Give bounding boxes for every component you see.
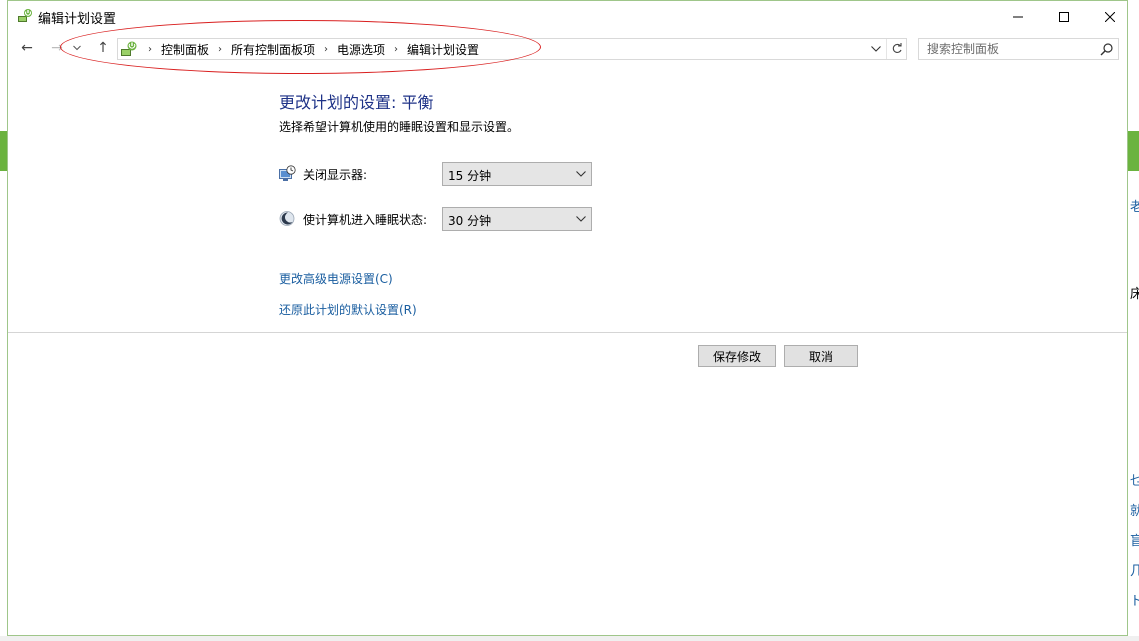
background-text-fragment: 床 — [1130, 287, 1139, 302]
background-text-fragment: 乜 — [1130, 474, 1139, 489]
breadcrumb-separator-icon[interactable]: › — [388, 44, 404, 55]
breadcrumb-separator-icon[interactable]: › — [212, 44, 228, 55]
chevron-down-icon — [73, 45, 81, 51]
breadcrumb-separator-icon[interactable]: › — [142, 44, 158, 55]
chevron-down-icon — [576, 171, 586, 177]
forward-button[interactable]: → — [46, 37, 68, 59]
change-advanced-power-settings-link[interactable]: 更改高级电源设置(C) — [279, 270, 393, 287]
refresh-icon — [892, 43, 902, 53]
up-button[interactable]: ↑ — [92, 37, 114, 59]
sleep-moon-icon — [279, 210, 296, 227]
breadcrumb-item-power-options[interactable]: 电源选项 — [334, 41, 388, 58]
breadcrumb-item-control-panel[interactable]: 控制面板 — [158, 41, 212, 58]
divider — [8, 332, 1127, 333]
background-bottom-strip — [0, 636, 1139, 641]
save-changes-button[interactable]: 保存修改 — [698, 345, 776, 367]
breadcrumb-item-all-control-panel-items[interactable]: 所有控制面板项 — [228, 41, 318, 58]
breadcrumb-item-edit-plan-settings[interactable]: 编辑计划设置 — [404, 41, 482, 58]
turn-off-display-label: 关闭显示器: — [303, 168, 368, 182]
arrow-left-icon: ← — [21, 40, 33, 56]
sleep-setting: 使计算机进入睡眠状态: 30 分钟 — [279, 207, 609, 231]
turn-off-display-setting: 关闭显示器: 15 分钟 — [279, 162, 609, 186]
search-box — [918, 38, 1119, 60]
screen: 老 床 乜 就 盲 几 ト 编辑计划设置 ← → ↑ › 控制面板 › 所有控制… — [0, 0, 1139, 641]
recent-locations-button[interactable] — [70, 37, 84, 59]
address-history-button[interactable] — [867, 39, 885, 59]
background-text-fragment: ト — [1130, 594, 1139, 609]
breadcrumb-separator-icon[interactable]: › — [318, 44, 334, 55]
title-bar: 编辑计划设置 — [8, 1, 1127, 32]
restore-default-settings-link[interactable]: 还原此计划的默认设置(R) — [279, 301, 417, 318]
chevron-down-icon — [871, 46, 881, 52]
page-subtitle: 选择希望计算机使用的睡眠设置和显示设置。 — [279, 120, 520, 134]
minimize-icon — [1013, 16, 1023, 17]
plan-settings-content: 更改计划的设置: 平衡 选择希望计算机使用的睡眠设置和显示设置。 关闭显示器: … — [8, 63, 1127, 333]
maximize-button[interactable] — [1041, 1, 1087, 32]
minimize-button[interactable] — [995, 1, 1041, 32]
cancel-button[interactable]: 取消 — [784, 345, 858, 367]
background-text-fragment: 几 — [1130, 564, 1139, 579]
turn-off-display-value: 15 分钟 — [448, 169, 492, 183]
back-button[interactable]: ← — [16, 37, 38, 59]
sleep-label: 使计算机进入睡眠状态: — [303, 213, 428, 227]
search-icon[interactable] — [1100, 42, 1114, 56]
close-button[interactable] — [1087, 1, 1133, 32]
refresh-button[interactable] — [886, 39, 907, 59]
background-green-band-right — [1128, 131, 1139, 171]
sleep-select[interactable]: 30 分钟 — [442, 207, 592, 231]
sleep-value: 30 分钟 — [448, 214, 492, 228]
edit-plan-settings-window: 编辑计划设置 ← → ↑ › 控制面板 › 所有控制面板项 › 电源选项 › 编… — [7, 0, 1128, 636]
control-panel-icon — [120, 40, 138, 58]
page-title: 更改计划的设置: 平衡 — [279, 93, 434, 112]
navigation-bar: ← → ↑ › 控制面板 › 所有控制面板项 › 电源选项 › 编辑计划设置 搜… — [8, 35, 1127, 63]
maximize-icon — [1059, 11, 1069, 22]
chevron-down-icon — [576, 216, 586, 222]
turn-off-display-select[interactable]: 15 分钟 — [442, 162, 592, 186]
window-title: 编辑计划设置 — [38, 12, 117, 27]
address-bar[interactable]: › 控制面板 › 所有控制面板项 › 电源选项 › 编辑计划设置 — [117, 38, 907, 60]
power-options-icon — [17, 8, 33, 24]
close-icon — [1105, 11, 1115, 22]
background-text-fragment: 盲 — [1130, 534, 1139, 549]
arrow-right-icon: → — [51, 40, 63, 56]
background-text-fragment: 老 — [1130, 200, 1139, 215]
arrow-up-icon: ↑ — [97, 40, 109, 56]
breadcrumb: › 控制面板 › 所有控制面板项 › 电源选项 › 编辑计划设置 — [142, 39, 482, 59]
background-text-fragment: 就 — [1130, 504, 1139, 519]
display-timer-icon — [279, 165, 296, 182]
search-input[interactable] — [919, 39, 1103, 59]
